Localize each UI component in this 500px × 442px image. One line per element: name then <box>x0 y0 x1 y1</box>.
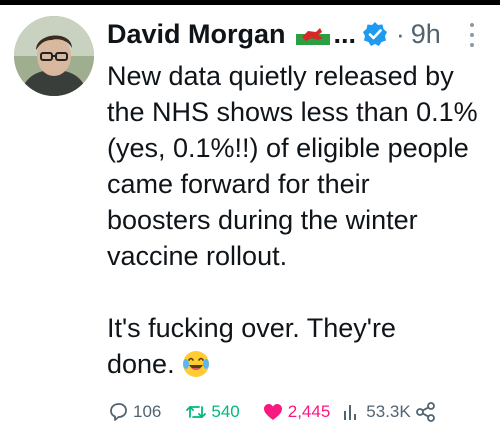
name-truncation: ... <box>333 18 357 49</box>
reply-count: 106 <box>133 402 162 421</box>
share-icon <box>415 402 435 422</box>
share-button[interactable] <box>415 401 437 423</box>
retweet-count: 540 <box>211 402 240 421</box>
tweet-text-line-last: done. <box>107 346 497 382</box>
tweet-text: New data quietly released by the NHS sho… <box>107 58 497 382</box>
tweet-text-line: It's fucking over. They're <box>107 313 396 343</box>
timestamp[interactable]: 9h <box>411 19 441 50</box>
status-bar <box>0 0 500 5</box>
separator-dot: · <box>396 18 405 49</box>
tweet-header: David Morgan ... · 9h <box>107 14 441 54</box>
views-button[interactable]: 53.3K <box>340 401 411 423</box>
tweet-actions: 106 540 2,445 53.3K <box>107 398 437 426</box>
tweet-text-line: came forward for their <box>107 169 370 199</box>
tweet-text-line: vaccine rollout. <box>107 241 288 271</box>
retweet-button[interactable]: 540 <box>185 401 240 423</box>
tweet-text-line: New data quietly released by <box>107 61 454 91</box>
like-button[interactable]: 2,445 <box>262 401 331 423</box>
wales-flag-icon <box>295 23 330 45</box>
avatar[interactable] <box>14 16 94 96</box>
views-count: 53.3K <box>366 402 411 421</box>
author-name[interactable]: David Morgan <box>107 19 286 50</box>
tweet-text-line: the NHS shows less than 0.1% <box>107 97 478 127</box>
views-icon <box>344 405 357 420</box>
face-with-tears-of-joy-icon <box>182 351 209 377</box>
more-options-icon[interactable] <box>462 20 482 50</box>
retweet-icon <box>186 406 207 418</box>
reply-button[interactable]: 106 <box>107 401 161 423</box>
avatar-image <box>14 16 94 96</box>
tweet-text-done: done. <box>107 349 175 379</box>
tweet-text-line: (yes, 0.1%!!) of eligible people <box>107 133 469 163</box>
like-count: 2,445 <box>287 402 331 421</box>
heart-icon <box>263 404 282 420</box>
tweet-text-line: boosters during the winter <box>107 205 418 235</box>
reply-icon <box>110 403 127 421</box>
verified-badge-icon <box>363 22 388 46</box>
